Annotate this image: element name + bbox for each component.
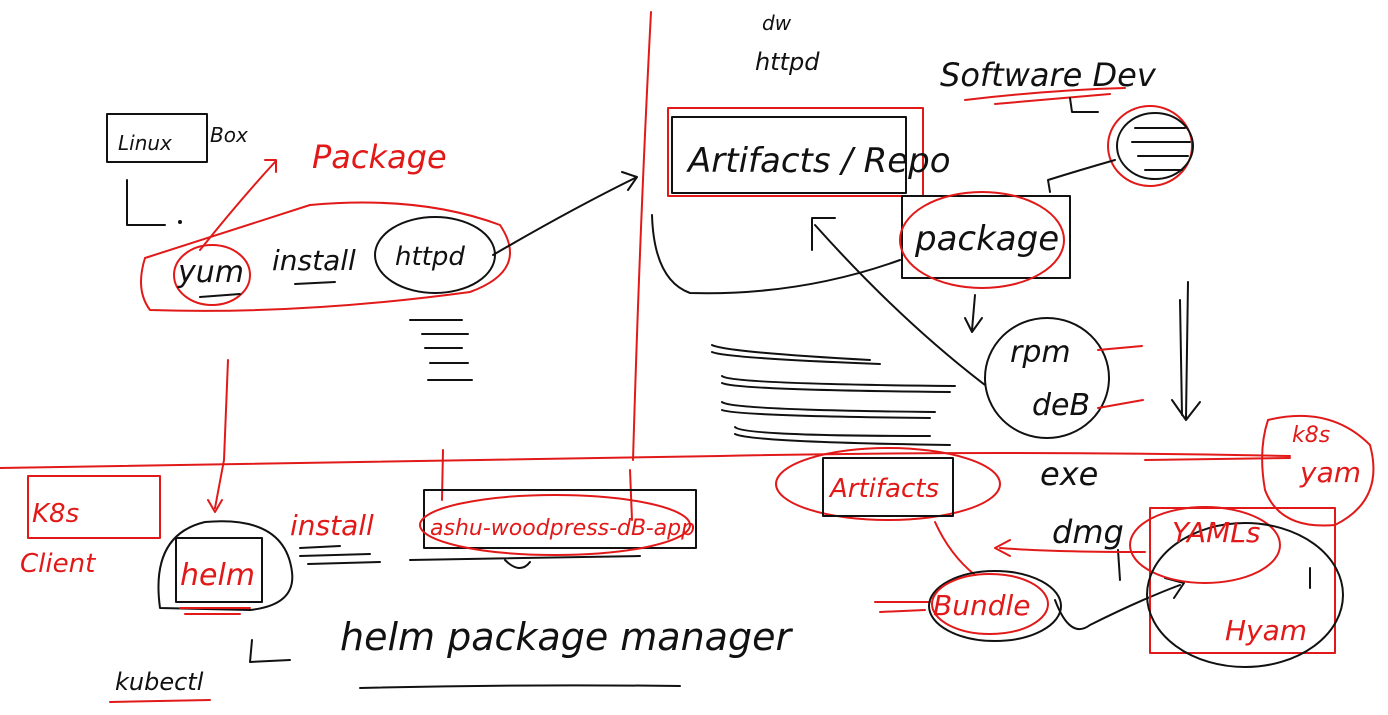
dw-label: dw	[762, 11, 792, 35]
rpm-marker	[1097, 345, 1143, 351]
source-to-package-arrow	[1047, 159, 1116, 193]
lines-icon	[409, 319, 473, 381]
repo-down-link	[629, 469, 633, 521]
httpd-to-repo-arrow	[492, 171, 638, 256]
dmg-label: dmg	[1052, 513, 1124, 551]
helm-package-manager-label: helm package manager	[340, 615, 793, 659]
chart-link	[441, 449, 444, 501]
yum-to-helm-link	[207, 359, 229, 513]
httpd-label-right: httpd	[755, 48, 820, 76]
vertical-divider	[632, 11, 652, 461]
client-label: Client	[20, 549, 96, 579]
repo-bracket	[651, 214, 901, 295]
down-arrow	[1171, 281, 1201, 421]
install-underline	[294, 281, 336, 285]
linux-connector	[126, 179, 166, 226]
box-label: Box	[210, 123, 248, 147]
bundle-to-yamls-arrow	[1054, 577, 1185, 631]
deb-label: deB	[1032, 388, 1090, 423]
artifacts-label-bottom: Artifacts	[828, 474, 939, 504]
whiteboard-canvas: Linux Box Package yum install httpd dw h…	[0, 11, 1375, 703]
dot	[178, 220, 182, 224]
bundle-label: Bundle	[933, 589, 1030, 622]
yam-box-label: Hyam	[1225, 614, 1307, 647]
bundle-marker-2	[879, 609, 926, 613]
exe-label: exe	[1040, 455, 1098, 493]
package-label-top: Package	[312, 138, 447, 176]
k8s-marker	[1144, 457, 1291, 461]
chart-label: ashu-woodpress-dB-app	[430, 516, 695, 541]
k8s-label-left: K8s	[32, 499, 79, 529]
kubectl-label: kubectl	[115, 668, 204, 696]
chart-underline	[409, 555, 641, 569]
source-lines-icon	[1131, 127, 1191, 171]
yum-label: yum	[177, 255, 244, 290]
helm-connector	[249, 639, 291, 663]
linux-label: Linux	[118, 131, 172, 155]
source-icon-outline	[1107, 105, 1193, 187]
yam-label-right: yam	[1299, 456, 1361, 489]
hand-lines	[711, 344, 956, 446]
install-label-top: install	[272, 244, 356, 277]
helm-underline	[179, 607, 251, 615]
rpm-label: rpm	[1010, 335, 1071, 370]
artifacts-repo-label: Artifacts / Repo	[686, 141, 951, 181]
kubectl-underline	[109, 699, 211, 703]
helm-label: helm	[180, 558, 255, 593]
yum-underline	[199, 293, 241, 298]
yamls-label: YAMLs	[1172, 516, 1260, 549]
package-down-arrow	[964, 294, 983, 333]
install-label-bottom: install	[290, 509, 374, 542]
k8s-label-right: k8s	[1292, 423, 1330, 448]
package-label-right: package	[914, 219, 1059, 259]
helm-package-manager-underline	[359, 684, 681, 689]
dmg-connector	[1117, 549, 1121, 581]
artifacts-to-bundle-link	[934, 521, 976, 576]
software-dev-connector	[1069, 97, 1099, 113]
install-underline-bottom	[299, 545, 381, 565]
httpd-label-top: httpd	[395, 242, 465, 272]
